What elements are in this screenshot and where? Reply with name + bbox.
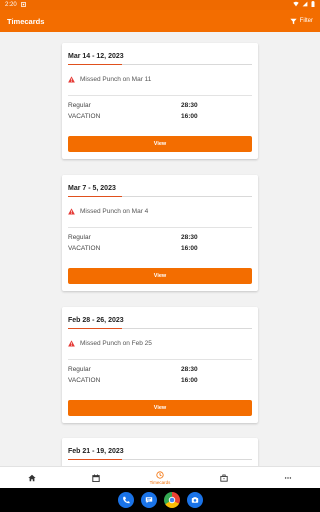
nav-more[interactable] xyxy=(256,467,320,488)
system-dock xyxy=(0,488,320,512)
divider xyxy=(68,227,252,228)
nav-jobs[interactable] xyxy=(192,467,256,488)
briefcase-icon xyxy=(220,474,228,482)
nav-timecards-label: Timecards xyxy=(149,479,171,485)
divider xyxy=(68,95,252,96)
date-range-underline xyxy=(68,459,122,460)
hours-value: 16:00 xyxy=(181,377,198,384)
hours-value: 16:00 xyxy=(181,113,198,120)
timecard-card: Mar 7 - 5, 2023 Missed Punch on Mar 4 Re… xyxy=(62,175,258,291)
alert-text: Missed Punch on Feb 25 xyxy=(80,340,152,347)
signal-icon xyxy=(302,1,308,9)
camera-icon[interactable] xyxy=(186,492,203,508)
notification-icon xyxy=(20,1,26,9)
hours-value: 28:30 xyxy=(181,234,198,241)
timecard-card: Feb 21 - 19, 2023 xyxy=(62,438,258,466)
timecard-date-range: Feb 21 - 19, 2023 xyxy=(68,448,124,455)
calendar-icon xyxy=(92,473,100,482)
home-icon xyxy=(28,474,36,481)
hours-value: 28:30 xyxy=(181,366,198,373)
date-range-underline xyxy=(68,196,122,197)
status-bar: 2:20 xyxy=(0,0,320,10)
timecard-date-range: Feb 28 - 26, 2023 xyxy=(68,317,124,324)
bottom-navigation: Timecards xyxy=(0,466,320,488)
phone-icon[interactable] xyxy=(117,492,134,508)
view-button[interactable]: View xyxy=(68,136,252,152)
warning-icon xyxy=(68,76,75,83)
timecard-card: Mar 14 - 12, 2023 Missed Punch on Mar 11… xyxy=(62,43,258,159)
page-title: Timecards xyxy=(7,16,45,26)
hours-type-label: VACATION xyxy=(68,113,101,120)
nav-home[interactable] xyxy=(0,467,64,488)
chrome-icon[interactable] xyxy=(163,492,180,508)
hours-value: 28:30 xyxy=(181,102,198,109)
wifi-icon xyxy=(293,1,299,9)
timecards-icon xyxy=(156,470,164,479)
warning-icon xyxy=(68,208,75,215)
missed-punch-alert: Missed Punch on Feb 25 xyxy=(68,340,152,347)
hours-type-label: VACATION xyxy=(68,245,101,252)
timecard-date-range: Mar 7 - 5, 2023 xyxy=(68,185,116,192)
view-button[interactable]: View xyxy=(68,400,252,416)
nav-calendar[interactable] xyxy=(64,467,128,488)
hours-type-label: VACATION xyxy=(68,377,101,384)
missed-punch-alert: Missed Punch on Mar 4 xyxy=(68,208,148,215)
date-range-underline xyxy=(68,64,122,65)
alert-text: Missed Punch on Mar 4 xyxy=(80,208,149,215)
timecard-date-range: Mar 14 - 12, 2023 xyxy=(68,53,124,60)
date-range-underline xyxy=(68,328,122,329)
hours-type-label: Regular xyxy=(68,234,91,241)
battery-icon xyxy=(311,1,315,9)
more-icon xyxy=(284,476,292,479)
warning-icon xyxy=(68,340,75,347)
messages-icon[interactable] xyxy=(140,492,157,508)
nav-timecards[interactable]: Timecards xyxy=(128,467,192,488)
filter-label: Filter xyxy=(299,18,313,24)
view-button[interactable]: View xyxy=(68,268,252,284)
timecards-list[interactable]: Mar 14 - 12, 2023 Missed Punch on Mar 11… xyxy=(0,32,320,466)
filter-icon xyxy=(290,18,297,24)
timecard-card: Feb 28 - 26, 2023 Missed Punch on Feb 25… xyxy=(62,307,258,423)
app-bar: Timecards Filter xyxy=(0,10,320,32)
missed-punch-alert: Missed Punch on Mar 11 xyxy=(68,76,151,83)
hours-type-label: Regular xyxy=(68,102,91,109)
hours-value: 16:00 xyxy=(181,245,198,252)
status-time: 2:20 xyxy=(5,2,17,8)
filter-button[interactable]: Filter xyxy=(290,18,313,25)
alert-text: Missed Punch on Mar 11 xyxy=(80,76,152,83)
divider xyxy=(68,359,252,360)
hours-type-label: Regular xyxy=(68,366,91,373)
